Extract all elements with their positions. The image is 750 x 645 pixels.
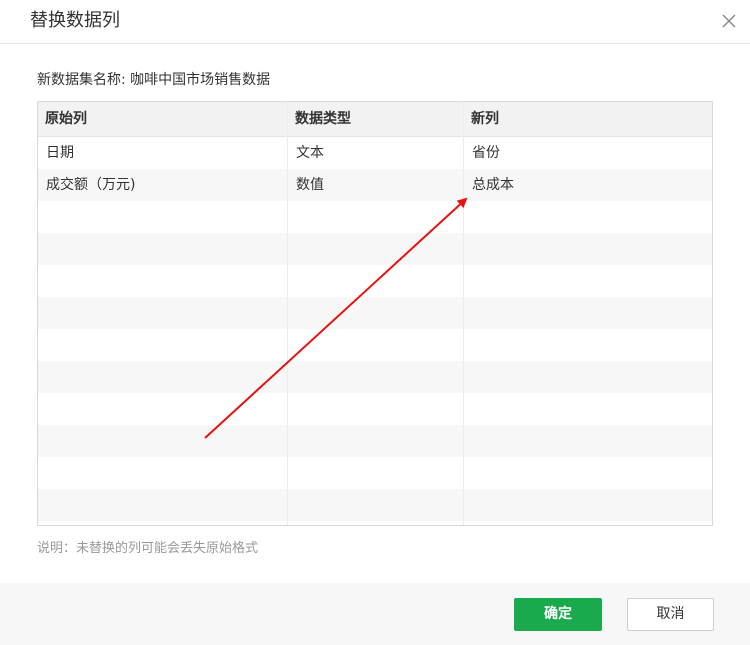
empty-row — [38, 233, 712, 265]
new-column-cell[interactable]: 总成本 — [472, 169, 514, 201]
empty-row — [38, 457, 712, 489]
column-header-original: 原始列 — [45, 111, 87, 127]
empty-row — [38, 329, 712, 361]
empty-row — [38, 361, 712, 393]
hint-text: 说明：未替换的列可能会丢失原始格式 — [37, 541, 259, 556]
data-type-cell: 文本 — [296, 145, 324, 161]
table-row: 成交额（万元) 数值 总成本 — [38, 169, 712, 201]
replace-columns-dialog: 替换数据列 新数据集名称: 咖啡中国市场销售数据 原始列 数据类型 新列 日期 … — [0, 0, 750, 645]
cancel-button[interactable]: 取消 — [627, 598, 714, 631]
column-header-new: 新列 — [471, 111, 499, 127]
column-header-type: 数据类型 — [295, 111, 351, 127]
column-divider — [463, 102, 464, 525]
dialog-header: 替换数据列 — [0, 0, 750, 44]
empty-row — [38, 393, 712, 425]
confirm-button[interactable]: 确定 — [514, 598, 602, 631]
dialog-title: 替换数据列 — [30, 10, 120, 31]
empty-row — [38, 201, 712, 233]
empty-row — [38, 489, 712, 521]
new-column-cell[interactable]: 省份 — [472, 137, 500, 169]
empty-row — [38, 425, 712, 457]
close-icon[interactable] — [720, 12, 738, 30]
empty-row — [38, 265, 712, 297]
column-mapping-table: 原始列 数据类型 新列 日期 文本 省份 成交额（万元) 数值 总成本 — [37, 101, 713, 526]
original-column-cell: 日期 — [46, 145, 74, 161]
column-divider — [287, 102, 288, 525]
empty-row — [38, 297, 712, 329]
table-row: 日期 文本 省份 — [38, 137, 712, 169]
dataset-name-label: 新数据集名称: 咖啡中国市场销售数据 — [37, 72, 271, 88]
table-header: 原始列 数据类型 新列 — [38, 102, 712, 137]
dialog-footer: 确定 取消 — [0, 583, 750, 645]
data-type-cell: 数值 — [296, 177, 324, 193]
original-column-cell: 成交额（万元) — [46, 177, 136, 193]
